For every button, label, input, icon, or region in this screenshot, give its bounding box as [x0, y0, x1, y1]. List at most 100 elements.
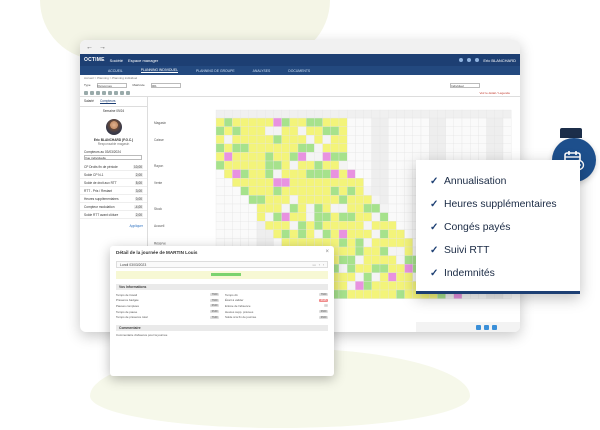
planning-cell[interactable] [265, 186, 274, 196]
planning-cell[interactable] [281, 195, 290, 205]
planning-cell[interactable] [273, 212, 282, 222]
planning-cell[interactable] [289, 160, 299, 170]
planning-cell[interactable] [273, 195, 282, 205]
planning-cell[interactable] [256, 143, 266, 153]
planning-cell[interactable] [363, 178, 372, 187]
planning-cell[interactable] [404, 178, 413, 187]
planning-cell[interactable] [347, 229, 356, 239]
planning-cell[interactable] [355, 203, 364, 213]
planning-cell[interactable] [240, 229, 249, 239]
planning-cell[interactable] [224, 203, 233, 213]
planning-cell[interactable] [404, 229, 413, 239]
planning-cell[interactable] [404, 152, 413, 162]
planning-cell[interactable] [388, 212, 397, 222]
planning-cell[interactable] [388, 246, 397, 256]
planning-cell[interactable] [215, 143, 225, 153]
planning-cell[interactable] [281, 160, 290, 170]
toolbar-icon[interactable] [102, 90, 106, 95]
status-icon[interactable] [476, 324, 481, 330]
planning-cell[interactable] [240, 143, 249, 153]
planning-cell[interactable] [256, 195, 266, 205]
planning-cell[interactable] [355, 186, 364, 196]
planning-cell[interactable] [388, 117, 397, 127]
planning-cell[interactable] [338, 238, 348, 248]
planning-cell[interactable] [453, 126, 463, 136]
planning-cell[interactable] [478, 117, 487, 127]
planning-cell[interactable] [232, 229, 241, 239]
planning-cell[interactable] [273, 169, 282, 179]
planning-cell[interactable] [347, 178, 356, 187]
planning-cell[interactable] [322, 169, 331, 179]
planning-cell[interactable] [338, 221, 348, 230]
planning-cell[interactable] [289, 203, 299, 213]
counter-select[interactable]: Vue individuelle [84, 155, 142, 160]
planning-cell[interactable] [437, 135, 446, 144]
planning-cell[interactable] [215, 195, 225, 205]
planning-cell[interactable] [347, 289, 356, 299]
planning-cell[interactable] [330, 212, 340, 222]
user-name[interactable]: Eric BLANCHARD [483, 58, 516, 63]
planning-cell[interactable] [404, 169, 413, 179]
planning-cell[interactable] [240, 152, 249, 162]
planning-cell[interactable] [330, 178, 340, 187]
planning-cell[interactable] [232, 152, 241, 162]
planning-cell[interactable] [273, 186, 282, 196]
planning-cell[interactable] [215, 178, 225, 187]
planning-cell[interactable] [322, 195, 331, 205]
planning-cell[interactable] [355, 238, 364, 248]
nav-documents[interactable]: DOCUMENTS [288, 69, 310, 73]
planning-cell[interactable] [396, 272, 405, 282]
toolbar-icon[interactable] [108, 90, 112, 95]
planning-cell[interactable] [347, 238, 356, 248]
planning-cell[interactable] [248, 229, 258, 239]
planning-cell[interactable] [363, 264, 372, 273]
planning-cell[interactable] [347, 169, 356, 179]
planning-cell[interactable] [396, 221, 405, 230]
planning-cell[interactable] [347, 117, 356, 127]
planning-cell[interactable] [297, 143, 307, 153]
planning-cell[interactable] [297, 212, 307, 222]
planning-cell[interactable] [314, 126, 323, 136]
planning-cell[interactable] [248, 186, 258, 196]
planning-cell[interactable] [265, 160, 274, 170]
planning-cell[interactable] [388, 135, 397, 144]
planning-cell[interactable] [338, 203, 348, 213]
notification-icon[interactable] [459, 58, 464, 62]
planning-cell[interactable] [338, 152, 348, 162]
planning-cell[interactable] [240, 212, 249, 222]
planning-cell[interactable] [347, 281, 356, 291]
planning-cell[interactable] [404, 238, 413, 248]
planning-cell[interactable] [281, 169, 290, 179]
planning-cell[interactable] [494, 143, 504, 153]
planning-cell[interactable] [396, 126, 405, 136]
planning-cell[interactable] [314, 186, 323, 196]
planning-cell[interactable] [314, 212, 323, 222]
planning-cell[interactable] [363, 203, 372, 213]
planning-cell[interactable] [396, 152, 405, 162]
planning-cell[interactable] [379, 203, 389, 213]
planning-cell[interactable] [322, 143, 331, 153]
planning-cell[interactable] [347, 212, 356, 222]
planning-cell[interactable] [396, 169, 405, 179]
planning-cell[interactable] [248, 143, 258, 153]
planning-cell[interactable] [379, 212, 389, 222]
planning-cell[interactable] [363, 169, 372, 179]
planning-cell[interactable] [363, 281, 372, 291]
status-icon[interactable] [492, 324, 497, 330]
planning-cell[interactable] [445, 126, 454, 136]
nav-planning-groupe[interactable]: PLANNING DE GROUPE [196, 69, 235, 73]
planning-cell[interactable] [363, 221, 372, 230]
planning-cell[interactable] [388, 281, 397, 291]
planning-cell[interactable] [363, 160, 372, 170]
planning-cell[interactable] [265, 126, 274, 136]
planning-cell[interactable] [388, 160, 397, 170]
planning-cell[interactable] [404, 143, 413, 153]
planning-cell[interactable] [265, 135, 274, 144]
planning-cell[interactable] [379, 160, 389, 170]
planning-cell[interactable] [388, 195, 397, 205]
planning-cell[interactable] [273, 221, 282, 230]
planning-cell[interactable] [240, 221, 249, 230]
planning-cell[interactable] [265, 229, 274, 239]
planning-cell[interactable] [330, 221, 340, 230]
planning-cell[interactable] [281, 178, 290, 187]
